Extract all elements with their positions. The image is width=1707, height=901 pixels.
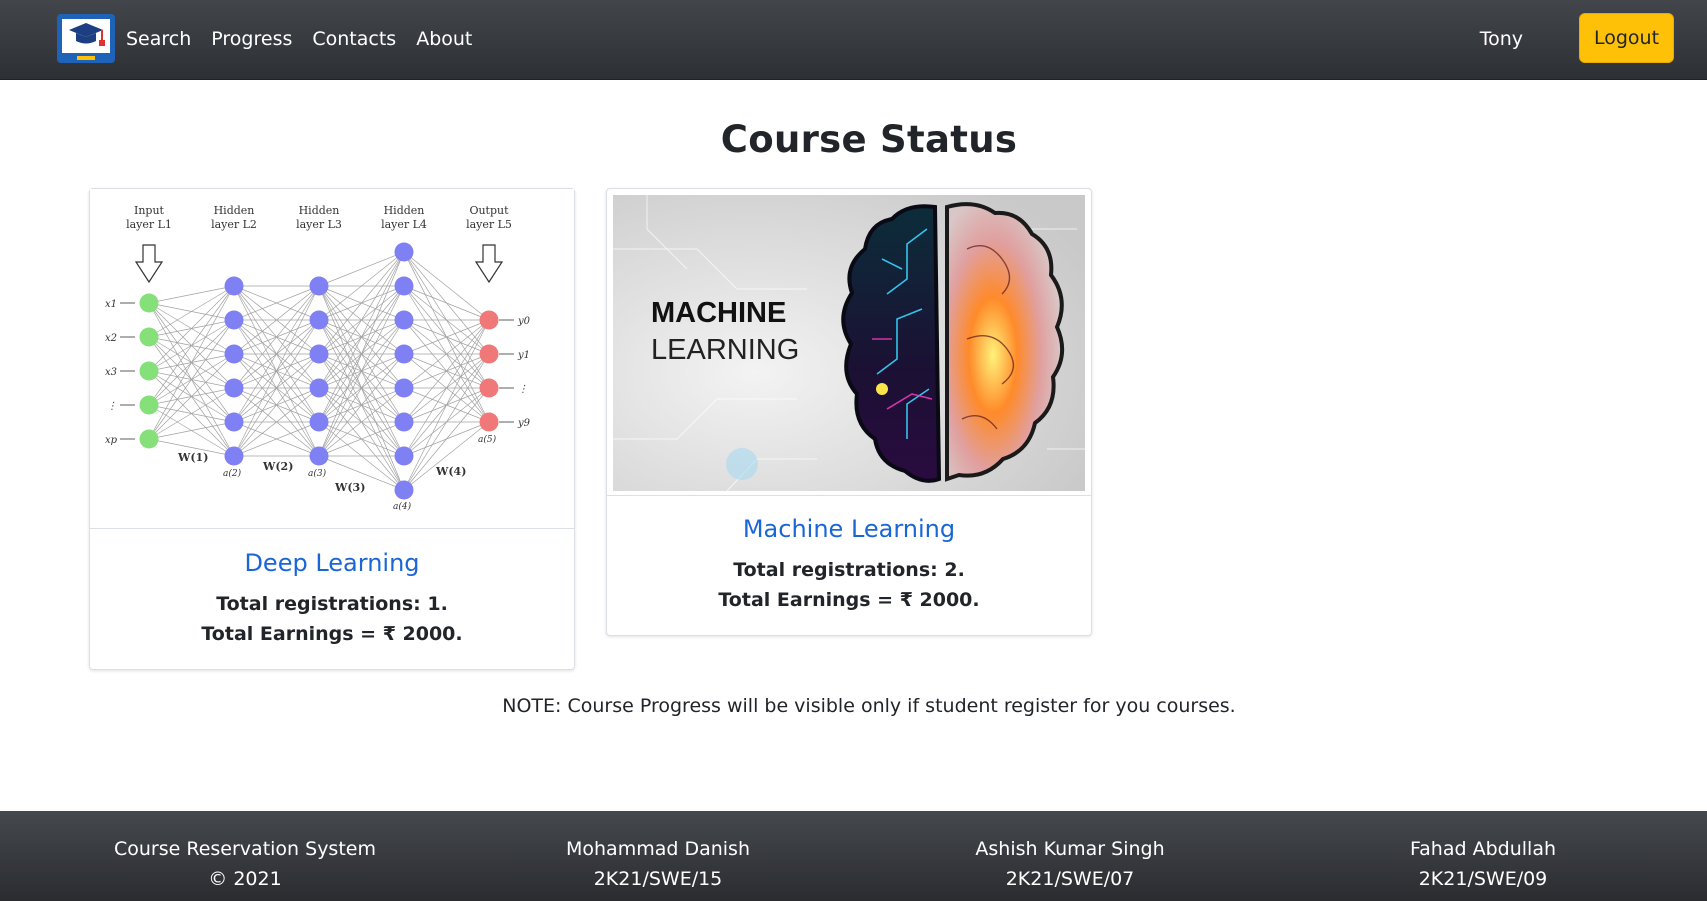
- nn-node: [224, 378, 244, 398]
- layer-subtitle-4: layer L4: [381, 218, 427, 231]
- course-registrations: Total registrations: 2.: [733, 559, 965, 581]
- page-title: Course Status: [720, 118, 1018, 161]
- nn-node: [479, 412, 499, 432]
- footer-copyright: © 2021: [208, 868, 282, 890]
- activation-label-2: a(3): [308, 468, 327, 479]
- course-earnings: Total Earnings = ₹ 2000.: [718, 589, 980, 611]
- course-registrations: Total registrations: 1.: [216, 593, 448, 615]
- footer-member-name: Ashish Kumar Singh: [975, 838, 1165, 860]
- nn-node: [224, 446, 244, 466]
- nav-username: Tony: [1479, 28, 1523, 50]
- footer: Course Reservation System © 2021 Mohamma…: [0, 811, 1707, 901]
- course-title[interactable]: Machine Learning: [607, 513, 1091, 545]
- nn-node: [394, 446, 414, 466]
- footer-project-name: Course Reservation System: [114, 838, 376, 860]
- card-body: Deep Learning Total registrations: 1. To…: [90, 547, 574, 649]
- graduation-cap-logo-icon[interactable]: [57, 14, 115, 63]
- nav-link-contacts[interactable]: Contacts: [312, 25, 396, 53]
- nn-node: [479, 378, 499, 398]
- course-card-machine-learning: MACHINE LEARNING Machine Learning Total …: [606, 188, 1092, 636]
- nn-node: [139, 429, 159, 449]
- layer-title-4: Hidden: [384, 204, 425, 217]
- input-label-5: xp: [105, 435, 118, 446]
- card-body: Machine Learning Total registrations: 2.…: [607, 513, 1091, 615]
- layer-title-1: Input: [134, 204, 165, 217]
- output-label-2: y1: [517, 350, 530, 361]
- nav-links: Search Progress Contacts About: [126, 25, 492, 53]
- navbar: Search Progress Contacts About Tony Logo…: [0, 0, 1707, 80]
- nn-node: [139, 361, 159, 381]
- footer-member-3: Fahad Abdullah 2K21/SWE/09: [1323, 834, 1643, 894]
- nn-node: [224, 310, 244, 330]
- footer-member-name: Fahad Abdullah: [1409, 838, 1557, 860]
- nn-node: [224, 344, 244, 364]
- nn-node: [309, 276, 329, 296]
- layer-title-2: Hidden: [214, 204, 255, 217]
- nn-node: [479, 310, 499, 330]
- footer-member-1: Mohammad Danish 2K21/SWE/15: [498, 834, 818, 894]
- progress-note: NOTE: Course Progress will be visible on…: [502, 695, 1236, 717]
- nn-node: [394, 310, 414, 330]
- footer-project: Course Reservation System © 2021: [85, 834, 405, 894]
- nn-node: [139, 395, 159, 415]
- layer-subtitle-1: layer L1: [126, 218, 172, 231]
- nav-link-search[interactable]: Search: [126, 25, 191, 53]
- nn-node: [479, 344, 499, 364]
- nn-node: [394, 242, 414, 262]
- input-label-1: x1: [105, 299, 117, 310]
- weight-label-3: W(3): [334, 481, 365, 494]
- course-earnings: Total Earnings = ₹ 2000.: [201, 623, 463, 645]
- weight-label-2: W(2): [262, 460, 293, 473]
- activation-label-3: a(4): [393, 501, 412, 512]
- output-label-4: y9: [517, 418, 531, 429]
- nn-node: [309, 446, 329, 466]
- output-label-1: y0: [517, 316, 531, 327]
- nn-node: [394, 412, 414, 432]
- nn-node: [394, 378, 414, 398]
- nn-node: [394, 344, 414, 364]
- weight-label-4: W(4): [435, 465, 466, 478]
- nn-node: [224, 276, 244, 296]
- layer-title-3: Hidden: [299, 204, 340, 217]
- activation-label-1: a(2): [223, 468, 242, 479]
- layer-subtitle-2: layer L2: [211, 218, 257, 231]
- nn-node: [139, 327, 159, 347]
- deep-learning-image: Input Hidden Hidden Hidden Output layer …: [90, 189, 574, 529]
- nav-link-about[interactable]: About: [416, 25, 472, 53]
- output-label-3: ⋮: [518, 384, 528, 395]
- footer-member-id: 2K21/SWE/07: [1005, 868, 1135, 890]
- ml-image-line2: LEARNING: [651, 334, 799, 366]
- machine-learning-image: MACHINE LEARNING: [607, 189, 1091, 496]
- nav-link-progress[interactable]: Progress: [211, 25, 292, 53]
- layer-subtitle-5: layer L5: [466, 218, 512, 231]
- nn-node: [224, 412, 244, 432]
- activation-label-4: a(5): [478, 434, 497, 445]
- footer-member-id: 2K21/SWE/15: [593, 868, 723, 890]
- ml-image-line1: MACHINE: [651, 297, 786, 329]
- course-card-deep-learning: Input Hidden Hidden Hidden Output layer …: [89, 188, 575, 670]
- footer-member-name: Mohammad Danish: [566, 838, 750, 860]
- nn-node: [394, 276, 414, 296]
- layer-title-5: Output: [469, 204, 509, 217]
- layer-subtitle-3: layer L3: [296, 218, 342, 231]
- footer-member-id: 2K21/SWE/09: [1418, 868, 1548, 890]
- nn-node: [309, 412, 329, 432]
- nn-node: [309, 344, 329, 364]
- nn-node: [139, 293, 159, 313]
- footer-member-2: Ashish Kumar Singh 2K21/SWE/07: [910, 834, 1230, 894]
- input-label-2: x2: [105, 333, 117, 344]
- course-title[interactable]: Deep Learning: [90, 547, 574, 579]
- nn-node: [394, 480, 414, 500]
- nn-node: [309, 378, 329, 398]
- input-label-3: x3: [105, 367, 117, 378]
- logout-button[interactable]: Logout: [1579, 13, 1674, 63]
- input-label-4: ⋮: [107, 401, 117, 412]
- weight-label-1: W(1): [177, 451, 208, 464]
- nn-node: [309, 310, 329, 330]
